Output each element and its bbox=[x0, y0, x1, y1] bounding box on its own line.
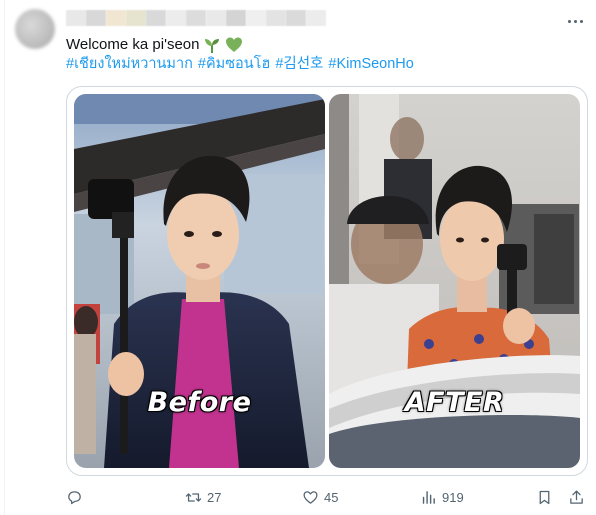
hashtag-kimseonho-korean[interactable]: #김선호 bbox=[275, 55, 323, 73]
like-count: 45 bbox=[324, 489, 339, 505]
before-caption: Before bbox=[147, 387, 252, 418]
tweet-text: Welcome ka pi'seon bbox=[66, 35, 243, 54]
before-photo[interactable]: Before bbox=[74, 94, 325, 468]
seedling-emoji-icon bbox=[205, 38, 220, 53]
share-icon bbox=[570, 489, 583, 504]
like-button[interactable]: 45 bbox=[302, 487, 338, 507]
green-heart-emoji-icon bbox=[226, 37, 243, 52]
bar-chart-icon bbox=[422, 490, 435, 504]
views-button[interactable]: 919 bbox=[420, 487, 464, 507]
avatar[interactable] bbox=[15, 9, 55, 49]
retweet-icon bbox=[185, 492, 202, 502]
view-count: 919 bbox=[442, 489, 464, 505]
user-name-blurred[interactable] bbox=[66, 10, 328, 26]
heart-icon bbox=[303, 490, 318, 504]
bookmark-button[interactable] bbox=[536, 487, 553, 507]
hashtag-chiangmai[interactable]: #เชียงใหม่หวานมาก bbox=[66, 55, 193, 73]
share-button[interactable] bbox=[568, 487, 585, 507]
hashtag-kimseonho-thai[interactable]: #คิมซอนโฮ bbox=[198, 55, 270, 73]
more-options-button[interactable] bbox=[563, 12, 587, 30]
after-photo[interactable]: AFTER bbox=[329, 94, 580, 468]
tweet-text-body: Welcome ka pi'seon bbox=[66, 36, 200, 53]
more-dots-icon bbox=[567, 19, 571, 23]
hashtag-list: #เชียงใหม่หวานมาก #คิมซอนโฮ #김선호 #KimSeo… bbox=[66, 55, 414, 73]
media-frame: Before AFTER bbox=[66, 86, 588, 476]
reply-button[interactable] bbox=[66, 487, 88, 507]
after-caption: AFTER bbox=[404, 387, 505, 418]
reply-icon bbox=[68, 490, 81, 504]
hashtag-kimseonho[interactable]: #KimSeonHo bbox=[328, 55, 413, 73]
bookmark-icon bbox=[539, 490, 550, 504]
tweet-actions: 27 45 919 bbox=[66, 487, 590, 507]
retweet-button[interactable]: 27 bbox=[185, 487, 221, 507]
tweet-card-border bbox=[4, 0, 5, 515]
retweet-count: 27 bbox=[207, 489, 222, 505]
